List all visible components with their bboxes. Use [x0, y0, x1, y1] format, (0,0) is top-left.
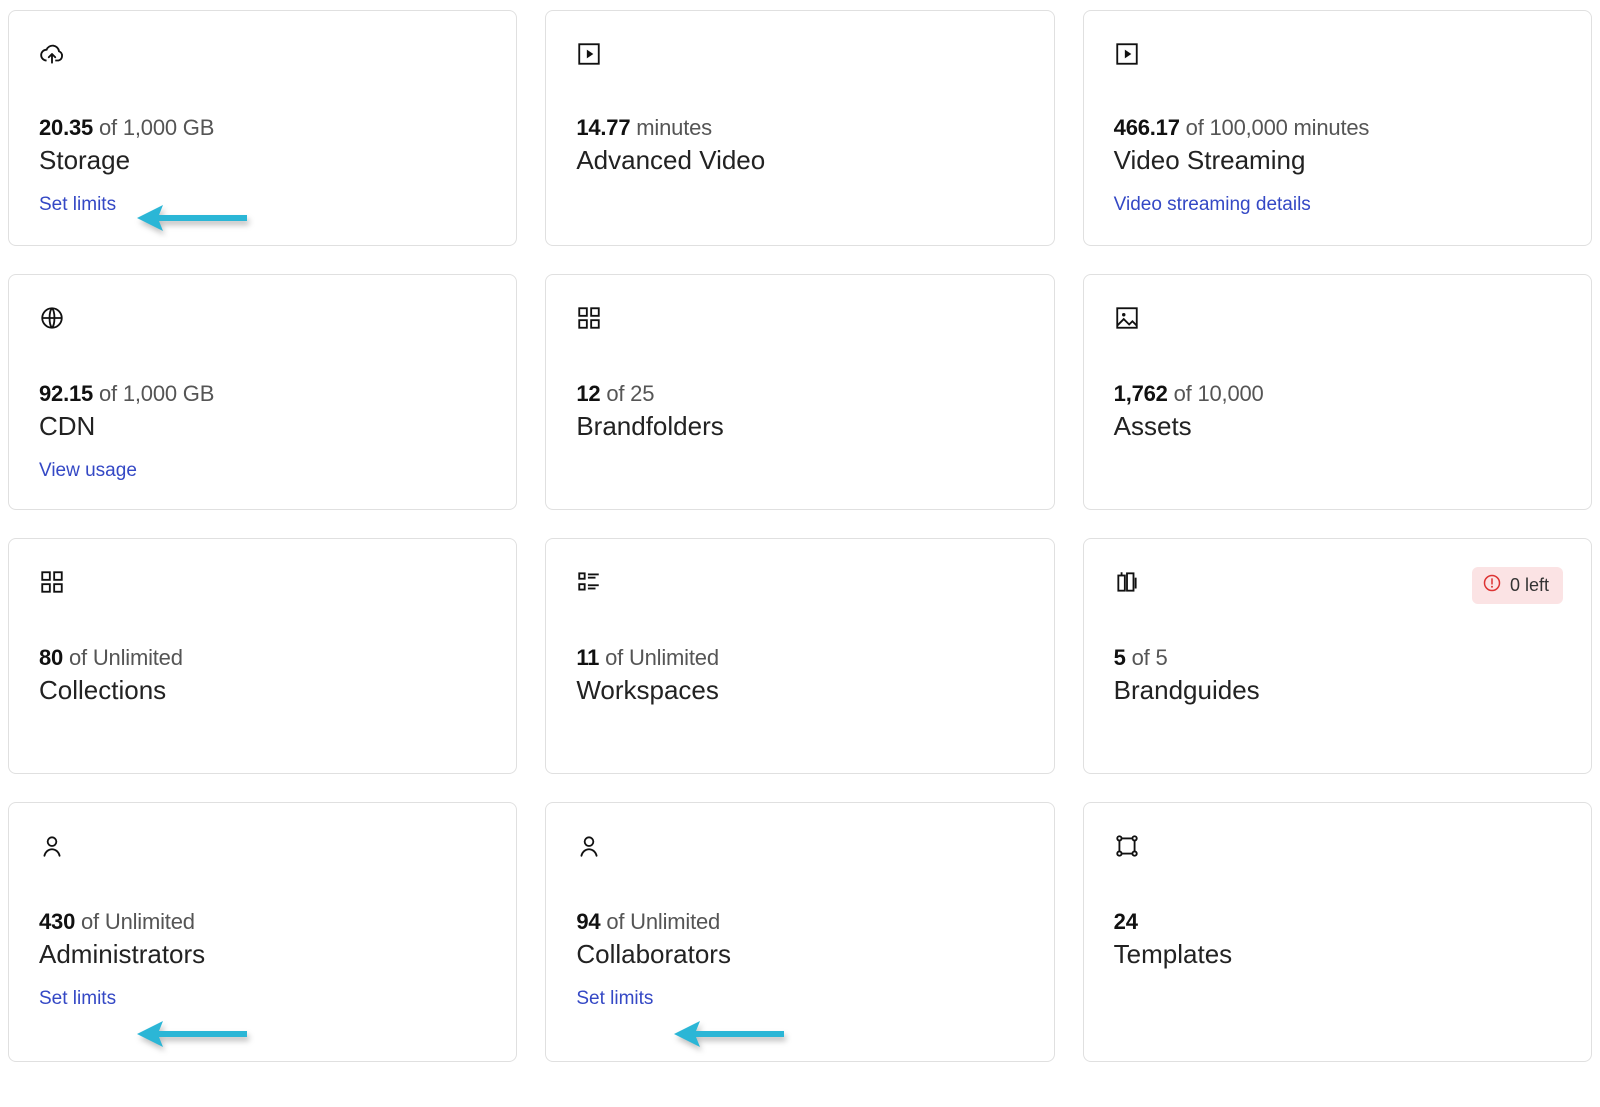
grid-icon	[39, 569, 486, 595]
metric-value: 430 of Unlimited	[39, 909, 486, 935]
metric-value: 11 of Unlimited	[576, 645, 1023, 671]
metric-value: 14.77 minutes	[576, 115, 1023, 141]
card-workspaces: 11 of Unlimited Workspaces	[545, 538, 1054, 774]
person-icon	[576, 833, 1023, 859]
callout-arrow-icon	[137, 1021, 247, 1047]
metric-value: 12 of 25	[576, 381, 1023, 407]
image-icon	[1114, 305, 1561, 331]
play-square-icon	[1114, 41, 1561, 67]
video-streaming-details-link[interactable]: Video streaming details	[1114, 194, 1311, 216]
zero-left-badge: 0 left	[1472, 567, 1563, 604]
cloud-upload-icon	[39, 41, 486, 67]
metric-value: 80 of Unlimited	[39, 645, 486, 671]
card-title: Advanced Video	[576, 145, 1023, 176]
card-title: Templates	[1114, 939, 1561, 970]
set-limits-link[interactable]: Set limits	[39, 194, 116, 216]
card-storage: 20.35 of 1,000 GB Storage Set limits	[8, 10, 517, 246]
card-assets: 1,762 of 10,000 Assets	[1083, 274, 1592, 510]
card-title: Brandfolders	[576, 411, 1023, 442]
card-title: Brandguides	[1114, 675, 1561, 706]
card-title: Assets	[1114, 411, 1561, 442]
card-title: Collections	[39, 675, 486, 706]
card-administrators: 430 of Unlimited Administrators Set limi…	[8, 802, 517, 1062]
card-collections: 80 of Unlimited Collections	[8, 538, 517, 774]
metric-value: 1,762 of 10,000	[1114, 381, 1561, 407]
metric-value: 94 of Unlimited	[576, 909, 1023, 935]
metric-value: 466.17 of 100,000 minutes	[1114, 115, 1561, 141]
card-brandfolders: 12 of 25 Brandfolders	[545, 274, 1054, 510]
usage-cards-grid: 20.35 of 1,000 GB Storage Set limits 14.…	[8, 10, 1592, 1062]
badge-text: 0 left	[1510, 575, 1549, 596]
metric-value: 92.15 of 1,000 GB	[39, 381, 486, 407]
metric-value: 24	[1114, 909, 1561, 935]
metric-value: 20.35 of 1,000 GB	[39, 115, 486, 141]
card-title: Storage	[39, 145, 486, 176]
metric-value: 5 of 5	[1114, 645, 1561, 671]
card-video-streaming: 466.17 of 100,000 minutes Video Streamin…	[1083, 10, 1592, 246]
view-usage-link[interactable]: View usage	[39, 460, 137, 482]
card-cdn: 92.15 of 1,000 GB CDN View usage	[8, 274, 517, 510]
callout-arrow-icon	[674, 1021, 784, 1047]
globe-icon	[39, 305, 486, 331]
grid-icon	[576, 305, 1023, 331]
card-brandguides: 0 left 5 of 5 Brandguides	[1083, 538, 1592, 774]
card-title: CDN	[39, 411, 486, 442]
card-title: Workspaces	[576, 675, 1023, 706]
card-title: Administrators	[39, 939, 486, 970]
card-templates: 24 Templates	[1083, 802, 1592, 1062]
callout-arrow-icon	[137, 205, 247, 231]
set-limits-link[interactable]: Set limits	[39, 988, 116, 1010]
card-collaborators: 94 of Unlimited Collaborators Set limits	[545, 802, 1054, 1062]
alert-icon	[1482, 573, 1502, 598]
set-limits-link[interactable]: Set limits	[576, 988, 653, 1010]
card-advanced-video: 14.77 minutes Advanced Video	[545, 10, 1054, 246]
card-title: Video Streaming	[1114, 145, 1561, 176]
bounding-box-icon	[1114, 833, 1561, 859]
play-square-icon	[576, 41, 1023, 67]
list-icon	[576, 569, 1023, 595]
card-title: Collaborators	[576, 939, 1023, 970]
person-icon	[39, 833, 486, 859]
